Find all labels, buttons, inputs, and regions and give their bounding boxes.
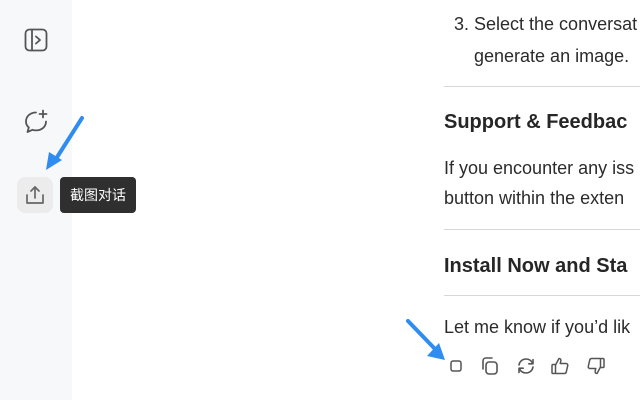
list-number: 3. [454,14,470,34]
copy-button[interactable] [478,356,502,380]
new-chat-button[interactable] [18,104,54,140]
message-content: 3. Select the conversat generate an imag… [444,0,640,400]
support-text-line-2: button within the exten [444,188,625,208]
support-text-line-1: If you encounter any iss [444,158,635,178]
sidebar-toggle-button[interactable] [18,22,54,58]
list-text-line-1: Select the conversat [474,14,638,34]
install-heading: Install Now and Sta [444,255,628,277]
new-chat-icon [22,108,50,136]
closing-text: Let me know if you’d lik [444,317,631,337]
copy-icon [479,355,501,382]
support-heading: Support & Feedbac [444,111,628,133]
screenshot-chat-button[interactable] [17,177,53,213]
thumbs-down-button[interactable] [584,356,608,380]
annotation-arrow [406,319,445,360]
page: 截图对话 3. Select the conversat generate an… [0,0,640,400]
divider [444,229,640,230]
thumbs-up-button[interactable] [548,356,572,380]
thumbs-down-icon [585,355,607,382]
divider [444,295,640,296]
tooltip: 截图对话 [60,177,136,213]
divider [444,86,640,87]
sidebar-toggle-icon [23,27,49,53]
thumbs-up-icon [549,355,571,382]
regenerate-icon [515,355,537,382]
list-text-line-2: generate an image. [474,46,630,66]
stop-button[interactable] [444,356,468,380]
regenerate-button[interactable] [514,356,538,380]
stop-icon [448,358,464,379]
share-upload-icon [23,183,47,207]
